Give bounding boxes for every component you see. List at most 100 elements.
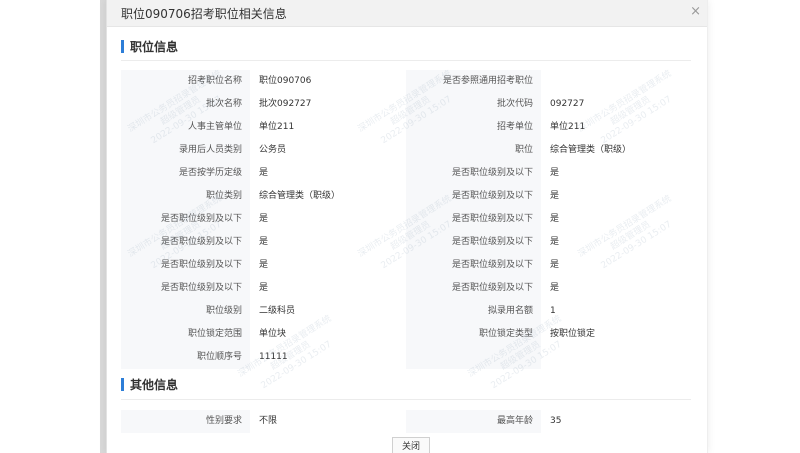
field-label: 是否职位级别及以下 [406,231,541,254]
field-cell: 是否职位级别及以下是 [406,162,691,185]
section-title: 其他信息 [130,377,179,392]
field-label: 职位类别 [121,185,250,208]
field-value: 单位块 [259,329,287,339]
table-row: 职位顺序号 11111 [121,346,691,369]
position-info-table: 招考职位名称 职位090706 是否参照通用招考职位 批次名称 批次092727 批次代码… [121,70,691,369]
field-cell: 职位类别 综合管理类（职级） [121,185,406,208]
field-value: 综合管理类（职级） [259,191,341,201]
field-label: 职位锁定范围 [121,323,250,346]
field-cell: 职位锁定范围 单位块 [121,323,406,346]
field-label: 录用后人员类别 [121,139,250,162]
field-label: 是否职位级别及以下 [121,208,250,231]
close-icon[interactable]: × [690,4,701,19]
table-row: 性别要求 不限 最高年龄 35 [121,410,691,433]
field-label: 是否职位级别及以下 [406,277,541,300]
other-info-table: 性别要求 不限 最高年龄 35 [121,410,691,433]
field-cell: 是否职位级别及以下是 [121,231,406,254]
field-value: 是 [550,283,560,293]
table-row: 是否职位级别及以下是是否职位级别及以下是 [121,231,691,254]
field-label: 招考职位名称 [121,70,250,93]
field-label: 是否职位级别及以下 [121,231,250,254]
field-label: 职位顺序号 [121,346,250,369]
field-value: 不限 [259,416,278,426]
field-cell: 是否职位级别及以下是 [406,231,691,254]
field-label: 性别要求 [121,410,250,433]
section-divider [121,60,691,61]
field-cell: 拟录用名额 1 [406,300,691,323]
table-row: 是否职位级别及以下是是否职位级别及以下是 [121,208,691,231]
field-value: 按职位锁定 [550,329,596,339]
section-other-info: 其他信息 [121,376,178,392]
field-cell: 是否职位级别及以下是 [406,185,691,208]
table-row: 批次名称 批次092727 批次代码 092727 [121,93,691,116]
field-cell: 是否参照通用招考职位 [406,70,691,93]
field-label: 招考单位 [406,116,541,139]
field-label: 职位锁定类型 [406,323,541,346]
field-value: 是 [259,283,269,293]
field-value: 是 [550,168,560,178]
field-value: 是 [550,260,560,270]
field-cell: 是否职位级别及以下是 [406,277,691,300]
field-cell: 人事主管单位 单位211 [121,116,406,139]
field-cell: 职位锁定类型 按职位锁定 [406,323,691,346]
table-row: 是否职位级别及以下是是否职位级别及以下是 [121,254,691,277]
field-label: 是否职位级别及以下 [406,162,541,185]
field-label: 是否按学历定级 [121,162,250,185]
field-cell: 职位级别 二级科员 [121,300,406,323]
field-value: 11111 [259,352,288,362]
field-label: 是否职位级别及以下 [121,254,250,277]
field-label [406,346,541,369]
field-label: 批次代码 [406,93,541,116]
field-cell: 录用后人员类别 公务员 [121,139,406,162]
table-row: 职位锁定范围 单位块 职位锁定类型 按职位锁定 [121,323,691,346]
field-value: 1 [550,306,556,316]
table-row: 录用后人员类别 公务员 职位 综合管理类（职级） [121,139,691,162]
field-cell: 职位顺序号 11111 [121,346,406,369]
field-label: 职位 [406,139,541,162]
field-label: 职位级别 [121,300,250,323]
field-value: 是 [550,237,560,247]
field-cell: 职位 综合管理类（职级） [406,139,691,162]
field-value: 二级科员 [259,306,296,316]
field-label: 是否职位级别及以下 [121,277,250,300]
section-marker [121,39,124,53]
field-value: 092727 [550,99,585,109]
dialog-title: 职位090706招考职位相关信息 [121,7,287,21]
close-button[interactable]: 关闭 [392,437,430,453]
field-value [541,70,691,93]
field-cell: 最高年龄 35 [406,410,691,433]
field-label: 是否职位级别及以下 [406,208,541,231]
field-label: 拟录用名额 [406,300,541,323]
field-value: 综合管理类（职级） [550,145,632,155]
info-dialog: 职位090706招考职位相关信息 × 职位信息 招考职位名称 职位090706 是否… [106,0,708,453]
section-divider [121,399,691,400]
field-label: 是否参照通用招考职位 [406,70,541,93]
table-row: 职位级别 二级科员 拟录用名额 1 [121,300,691,323]
field-value: 单位211 [550,122,586,132]
table-row: 是否职位级别及以下是是否职位级别及以下是 [121,277,691,300]
field-cell: 是否职位级别及以下是 [406,254,691,277]
field-value: 是 [259,168,269,178]
section-marker [121,377,124,391]
field-label: 人事主管单位 [121,116,250,139]
field-cell: 批次代码 092727 [406,93,691,116]
section-title: 职位信息 [130,39,179,54]
field-cell: 是否按学历定级是 [121,162,406,185]
table-row: 招考职位名称 职位090706 是否参照通用招考职位 [121,70,691,93]
field-cell: 批次名称 批次092727 [121,93,406,116]
field-value: 是 [259,237,269,247]
table-row: 是否按学历定级是是否职位级别及以下是 [121,162,691,185]
field-value: 职位090706 [259,76,312,86]
field-value [541,346,691,369]
table-row: 人事主管单位 单位211 招考单位 单位211 [121,116,691,139]
table-row: 职位类别 综合管理类（职级） 是否职位级别及以下是 [121,185,691,208]
field-cell: 招考单位 单位211 [406,116,691,139]
field-cell: 是否职位级别及以下是 [121,254,406,277]
dialog-header: 职位090706招考职位相关信息 × [107,0,707,27]
field-value: 35 [550,416,562,426]
field-value: 批次092727 [259,99,312,109]
field-value: 是 [259,214,269,224]
field-label: 是否职位级别及以下 [406,185,541,208]
field-cell: 招考职位名称 职位090706 [121,70,406,93]
field-value: 公务员 [259,145,287,155]
